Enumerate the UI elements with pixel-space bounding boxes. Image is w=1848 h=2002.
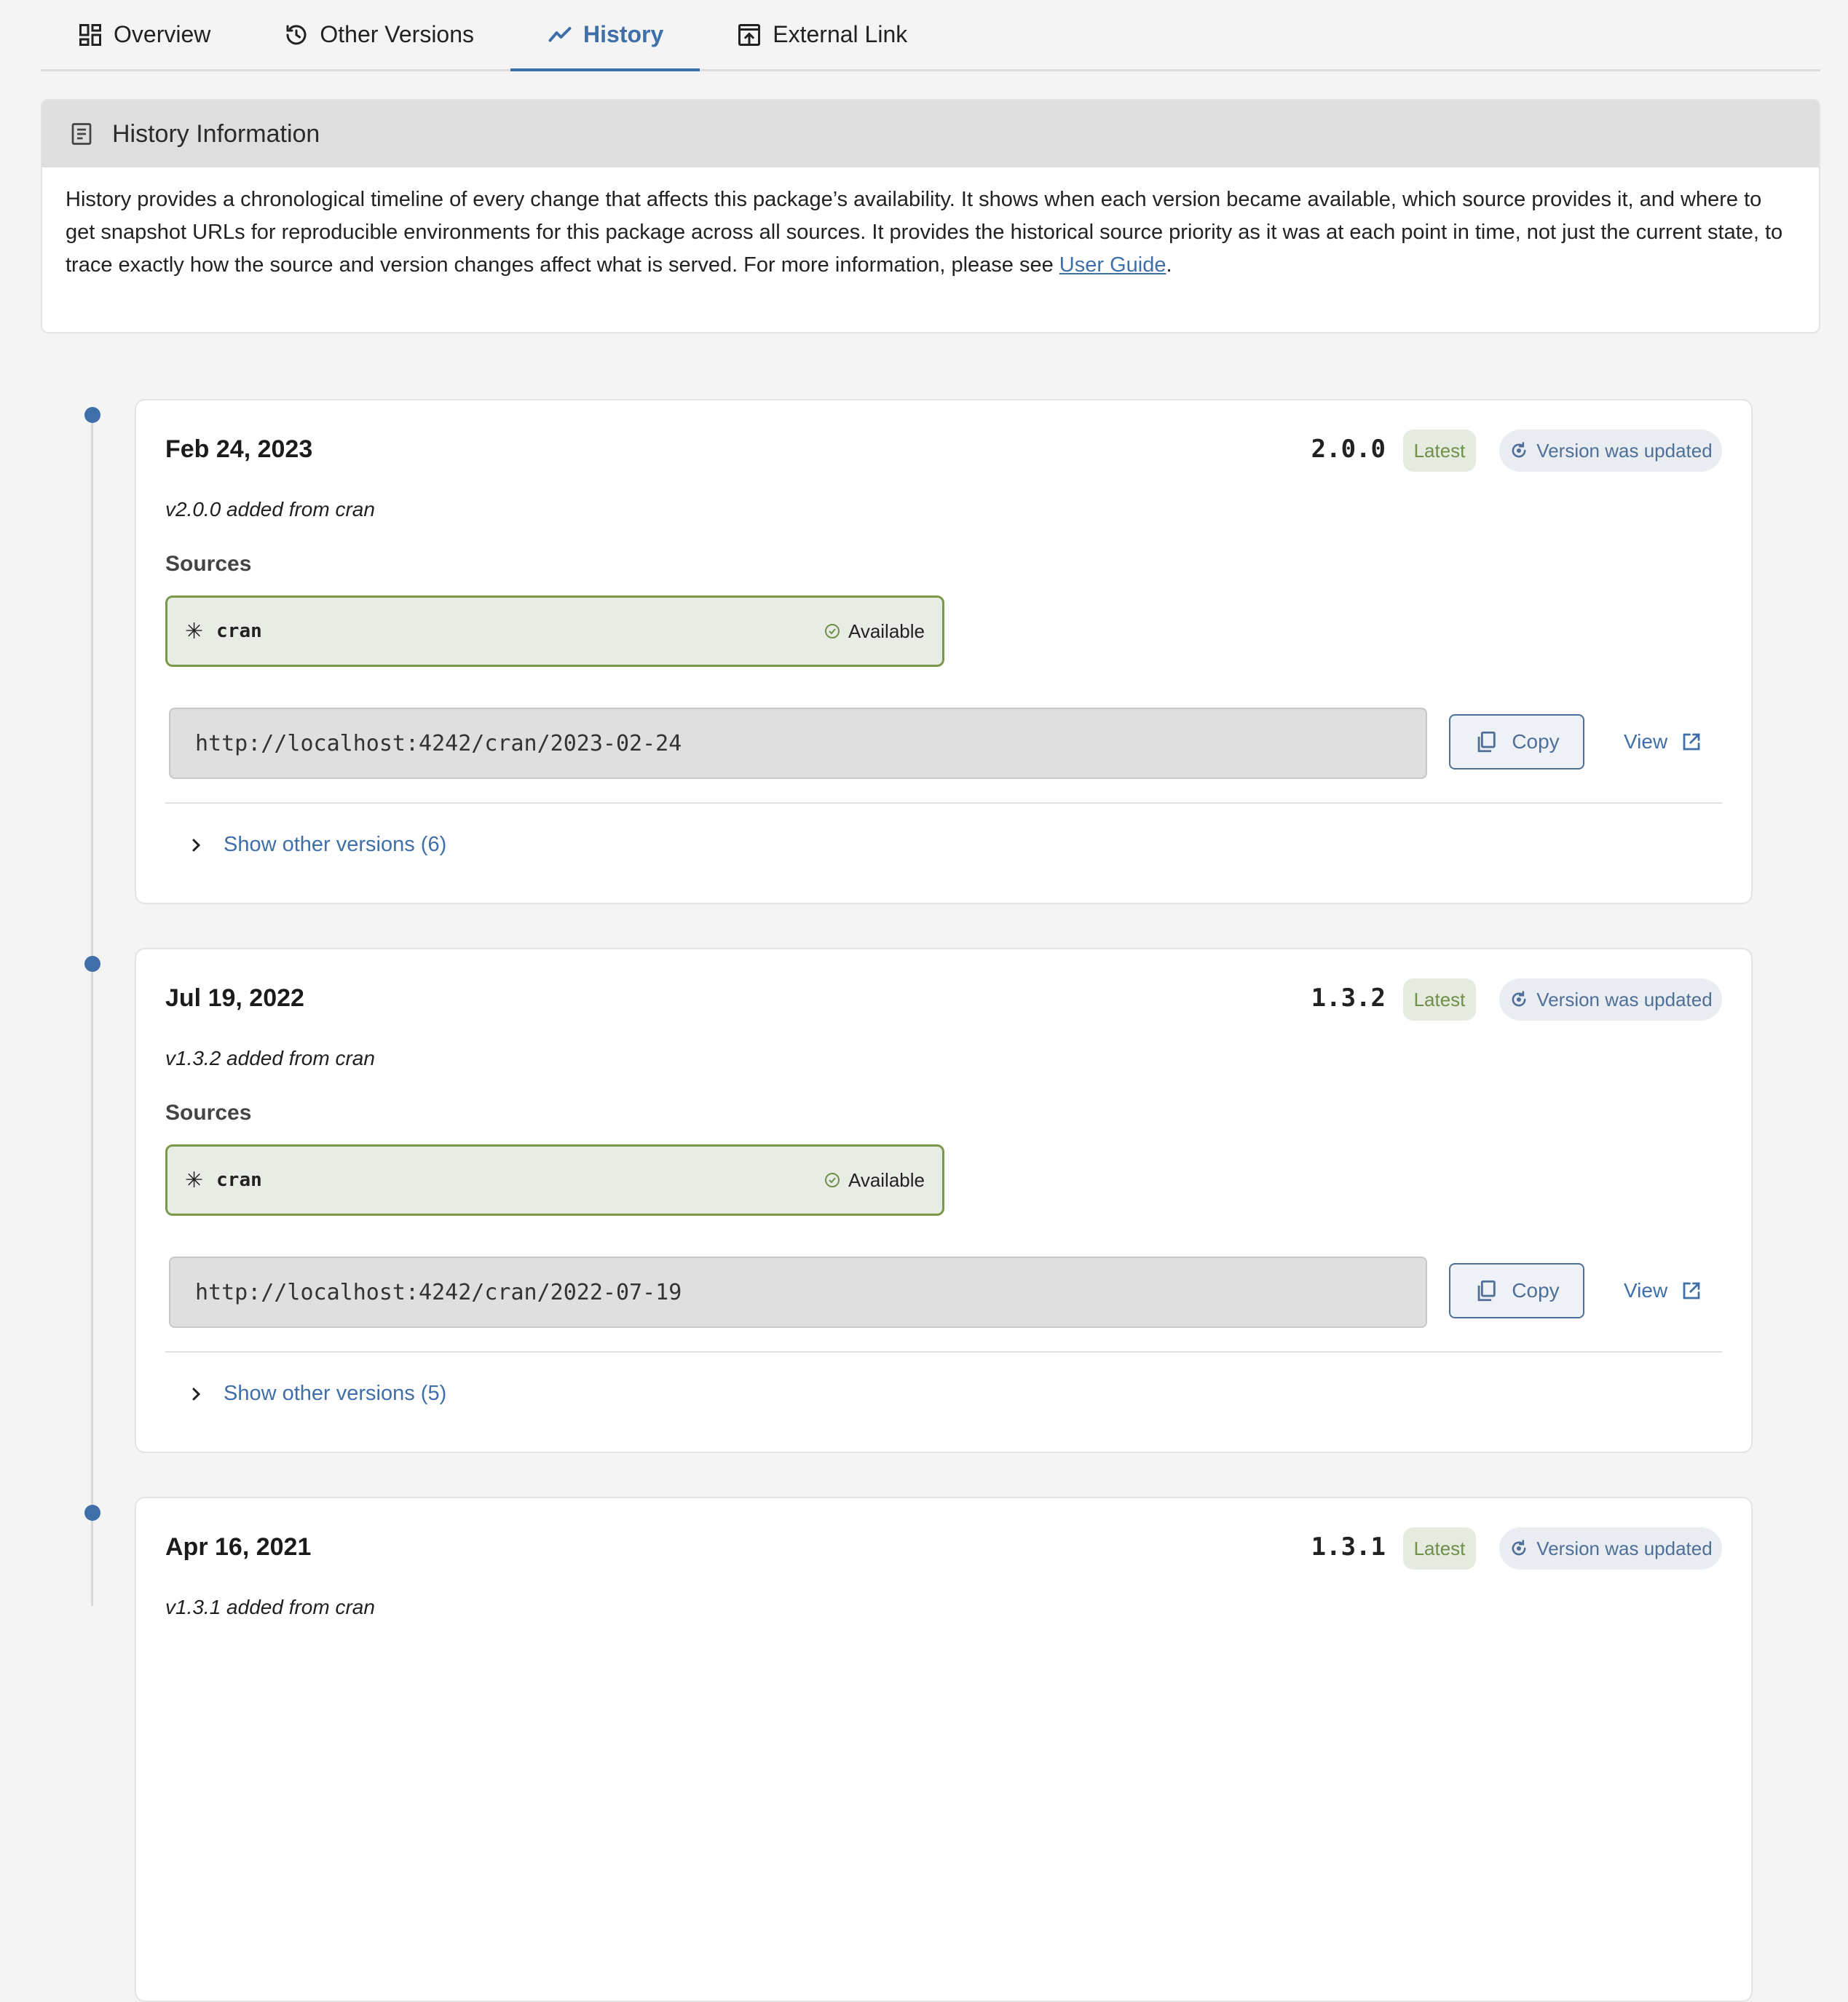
document-icon [71, 123, 92, 145]
view-link[interactable]: View [1624, 714, 1702, 769]
timeline-line [91, 408, 93, 1606]
entry-date: Jul 19, 2022 [165, 984, 304, 1012]
refresh-icon [1512, 442, 1526, 458]
copy-button[interactable]: Copy [1449, 1263, 1584, 1318]
tab-other-versions-label: Other Versions [320, 21, 475, 47]
external-link-icon [1683, 1282, 1700, 1299]
source-name: cran [216, 1169, 262, 1191]
snapshot-url-field[interactable]: http://localhost:4242/cran/2022-07-19 [169, 1257, 1427, 1328]
timeline-dot [84, 1505, 100, 1521]
tab-overview[interactable]: Overview [41, 0, 247, 69]
entry-version: 2.0.0 [1311, 435, 1386, 464]
latest-badge: Latest [1403, 978, 1476, 1021]
chevron-right-icon [192, 839, 201, 851]
history-information-panel: History Information History provides a c… [41, 99, 1820, 333]
tab-other-versions[interactable]: Other Versions [247, 0, 510, 69]
version-updated-badge: Version was updated [1499, 430, 1722, 472]
asterisk-icon: ✳ [185, 1168, 204, 1192]
entry-date: Apr 16, 2021 [165, 1533, 312, 1561]
copy-button-label: Copy [1512, 730, 1560, 753]
tab-overview-label: Overview [114, 21, 211, 47]
user-guide-link[interactable]: User Guide [1059, 253, 1166, 277]
copy-button[interactable]: Copy [1449, 714, 1584, 769]
version-updated-badge: Version was updated [1499, 978, 1722, 1021]
copy-icon [1477, 731, 1496, 753]
history-entry-card: Jul 19, 2022 1.3.2 Latest Version was up… [135, 948, 1753, 1453]
version-updated-label: Version was updated [1536, 988, 1713, 1010]
history-information-header: History Information [42, 100, 1819, 167]
view-link-label: View [1624, 1279, 1668, 1302]
tab-external-link[interactable]: External Link [700, 0, 944, 69]
tab-bar: Overview Other Versions History External… [41, 0, 1820, 71]
entry-version: 1.3.2 [1311, 984, 1386, 1013]
timeline-dot [84, 407, 100, 423]
show-other-versions-label: Show other versions (5) [224, 1382, 447, 1405]
card-divider [165, 1351, 1722, 1353]
source-status-label: Available [848, 1168, 925, 1191]
refresh-icon [1512, 1540, 1526, 1556]
refresh-icon [1512, 991, 1526, 1007]
external-link-icon [1683, 733, 1700, 751]
card-divider [165, 802, 1722, 804]
history-icon [286, 24, 307, 44]
tab-history[interactable]: History [510, 0, 700, 71]
show-other-versions-toggle[interactable]: Show other versions (6) [187, 833, 446, 857]
source-status-label: Available [848, 620, 925, 642]
entry-description: v1.3.2 added from cran [165, 1047, 375, 1069]
history-information-body: History provides a chronological timelin… [66, 188, 1783, 277]
asterisk-icon: ✳ [185, 619, 204, 644]
check-circle-icon [824, 1173, 840, 1187]
timeline-dot [84, 956, 100, 972]
latest-badge: Latest [1403, 430, 1476, 472]
source-status: Available [824, 620, 925, 643]
entry-date: Feb 24, 2023 [165, 435, 313, 463]
view-link[interactable]: View [1624, 1263, 1702, 1318]
source-item: ✳ cran Available [165, 1144, 944, 1216]
external-link-box-icon [738, 23, 761, 46]
view-link-label: View [1624, 730, 1668, 753]
tab-history-label: History [583, 21, 664, 47]
entry-description: v1.3.1 added from cran [165, 1596, 375, 1618]
sources-heading: Sources [165, 552, 252, 576]
entry-description: v2.0.0 added from cran [165, 498, 375, 521]
check-circle-icon [824, 624, 840, 638]
history-information-body-end: . [1166, 253, 1172, 277]
package-history-page: Overview Other Versions History External… [0, 0, 1848, 2002]
source-item: ✳ cran Available [165, 596, 944, 667]
source-status: Available [824, 1169, 925, 1192]
history-entry-card: Apr 16, 2021 1.3.1 Latest Version was up… [135, 1497, 1753, 2002]
trend-line-icon [548, 26, 572, 41]
source-name: cran [216, 620, 262, 642]
tab-external-link-label: External Link [773, 21, 908, 47]
show-other-versions-toggle[interactable]: Show other versions (5) [187, 1382, 446, 1406]
history-information-text: History provides a chronological timelin… [42, 167, 1819, 298]
show-other-versions-label: Show other versions (6) [224, 833, 447, 856]
copy-button-label: Copy [1512, 1279, 1560, 1302]
version-updated-badge: Version was updated [1499, 1527, 1722, 1570]
version-updated-label: Version was updated [1536, 439, 1713, 462]
chevron-right-icon [192, 1388, 201, 1400]
entry-version: 1.3.1 [1311, 1532, 1386, 1562]
latest-badge: Latest [1403, 1527, 1476, 1570]
dashboard-icon [79, 23, 101, 46]
version-updated-label: Version was updated [1536, 1537, 1713, 1559]
snapshot-url-field[interactable]: http://localhost:4242/cran/2023-02-24 [169, 708, 1427, 779]
history-information-title: History Information [112, 119, 320, 148]
history-entry-card: Feb 24, 2023 2.0.0 Latest Version was up… [135, 399, 1753, 904]
sources-heading: Sources [165, 1101, 252, 1125]
copy-icon [1477, 1280, 1496, 1302]
